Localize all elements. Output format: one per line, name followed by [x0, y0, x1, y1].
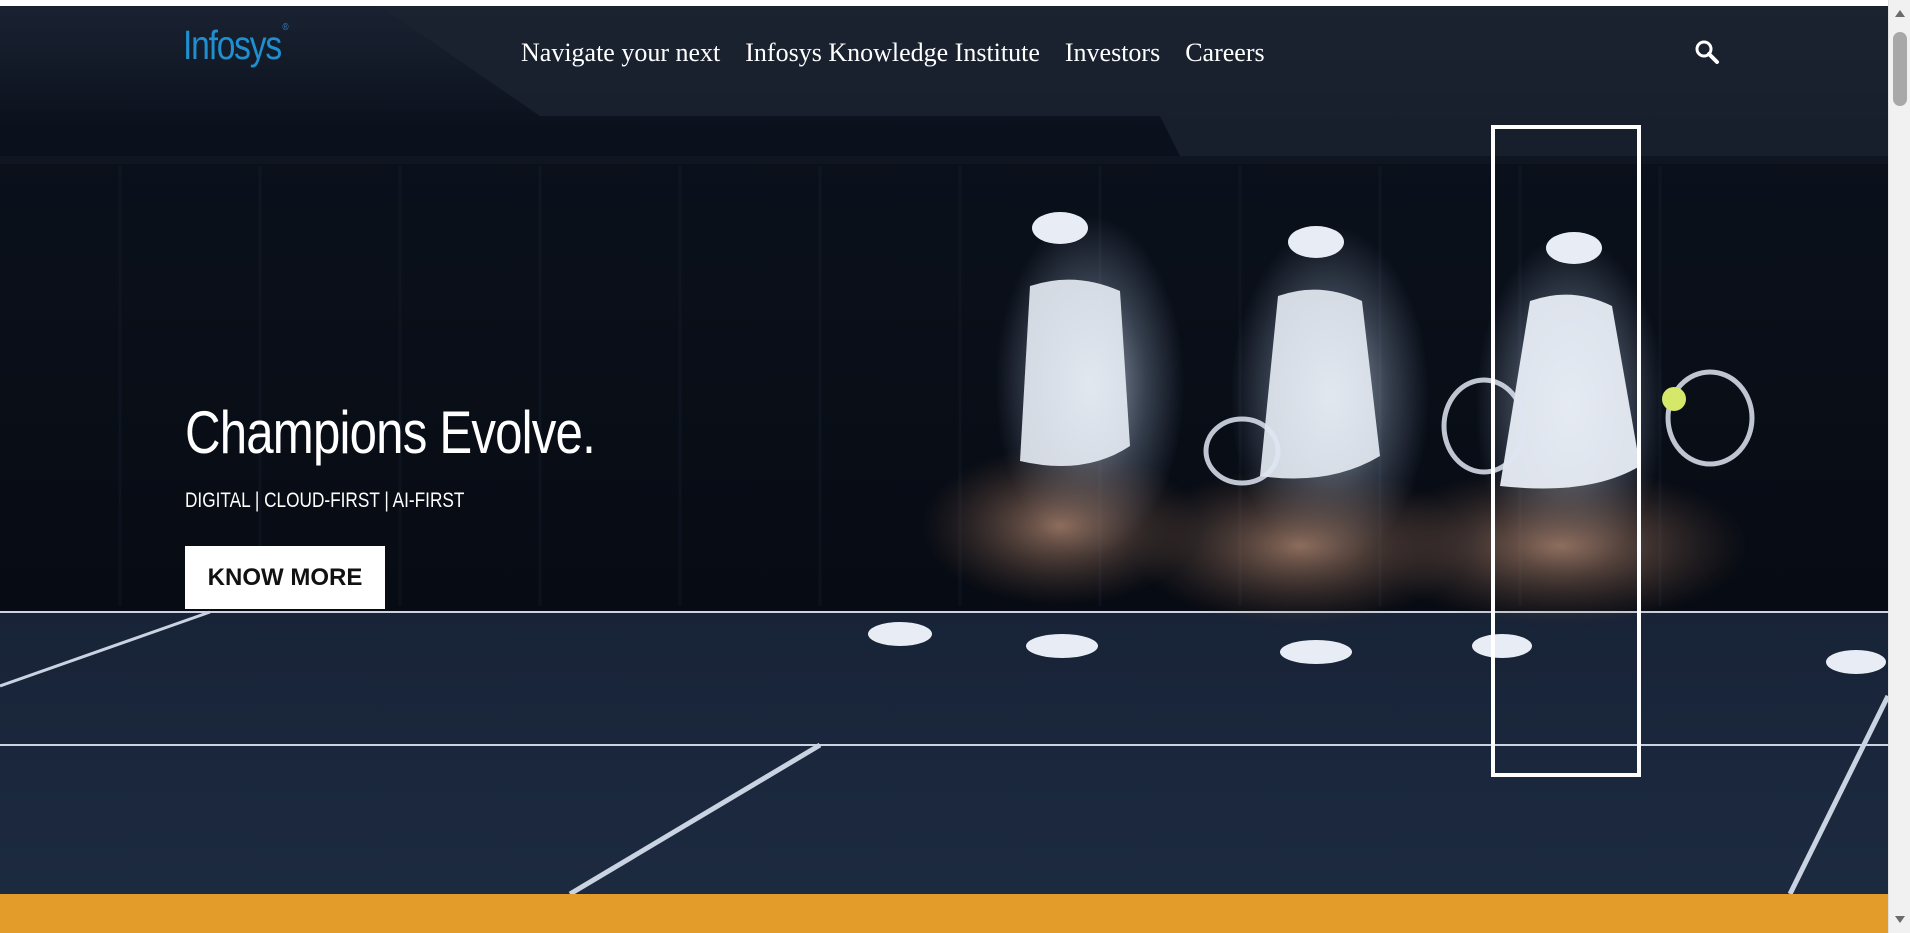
page: Infosys ® Navigate your next Infosys Know…: [0, 6, 1888, 933]
scroll-up-arrow-icon[interactable]: [1895, 10, 1905, 17]
scrollbar-thumb[interactable]: [1893, 32, 1907, 106]
nav-item-knowledge-institute[interactable]: Infosys Knowledge Institute: [745, 38, 1040, 68]
nav-item-navigate-your-next[interactable]: Navigate your next: [521, 38, 720, 68]
hero-subheadline: DIGITAL | CLOUD-FIRST | AI-FIRST: [185, 489, 465, 512]
scroll-down-arrow-icon[interactable]: [1895, 916, 1905, 923]
nav-item-investors[interactable]: Investors: [1065, 38, 1160, 68]
search-button[interactable]: [1693, 38, 1721, 66]
hero-headline: Champions Evolve.: [185, 399, 596, 466]
hero-banner: Infosys ® Navigate your next Infosys Know…: [0, 6, 1888, 894]
highlight-frame: [1491, 125, 1641, 777]
page-scrollbar[interactable]: [1888, 0, 1910, 933]
hero-copy: Champions Evolve. DIGITAL | CLOUD-FIRST …: [185, 398, 685, 513]
site-header: Infosys ® Navigate your next Infosys Know…: [0, 6, 1888, 96]
search-icon: [1695, 40, 1719, 64]
main-navigation: Navigate your next Infosys Knowledge Ins…: [521, 38, 1290, 68]
bottom-accent-bar: [0, 894, 1888, 933]
nav-item-careers[interactable]: Careers: [1185, 38, 1264, 68]
know-more-button[interactable]: KNOW MORE: [185, 546, 385, 609]
infosys-logo[interactable]: Infosys ®: [183, 22, 289, 69]
